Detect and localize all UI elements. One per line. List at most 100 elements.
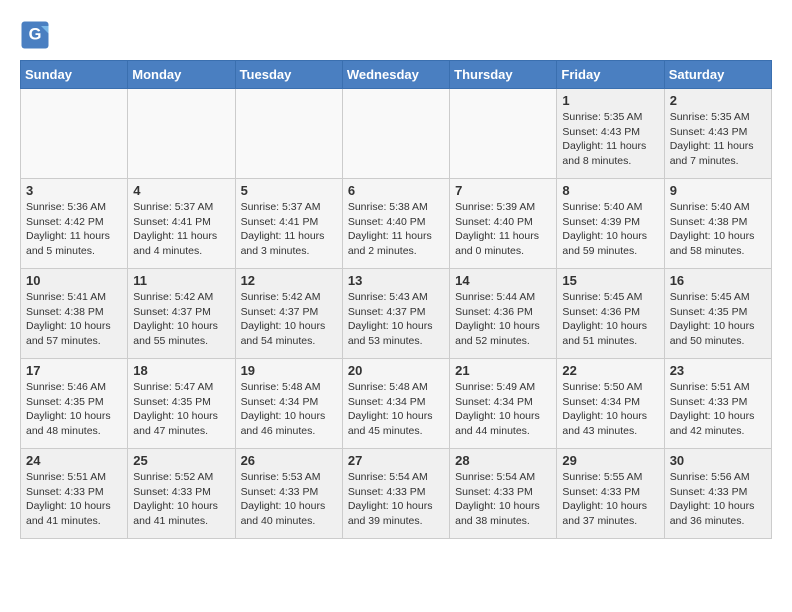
weekday-header-thursday: Thursday [450, 61, 557, 89]
day-info: Sunrise: 5:53 AMSunset: 4:33 PMDaylight:… [241, 470, 337, 529]
calendar-cell: 26 Sunrise: 5:53 AMSunset: 4:33 PMDayligh… [235, 449, 342, 539]
day-info: Sunrise: 5:46 AMSunset: 4:35 PMDaylight:… [26, 380, 122, 439]
day-number: 5 [241, 183, 337, 198]
weekday-header-tuesday: Tuesday [235, 61, 342, 89]
calendar-cell: 29Sunrise: 5:55 AMSunset: 4:33 PMDayligh… [557, 449, 664, 539]
calendar-cell: 5 Sunrise: 5:37 AMSunset: 4:41 PMDaylight… [235, 179, 342, 269]
day-number: 20 [348, 363, 444, 378]
day-number: 13 [348, 273, 444, 288]
calendar-cell: 8 Sunrise: 5:40 AMSunset: 4:39 PMDaylight… [557, 179, 664, 269]
day-info: Sunrise: 5:45 AMSunset: 4:36 PMDaylight:… [562, 290, 658, 349]
calendar-cell [342, 89, 449, 179]
logo-icon: G [20, 20, 50, 50]
weekday-header-sunday: Sunday [21, 61, 128, 89]
calendar-week-3: 10 Sunrise: 5:41 AMSunset: 4:38 PMDayligh… [21, 269, 772, 359]
day-number: 9 [670, 183, 766, 198]
calendar-table: SundayMondayTuesdayWednesdayThursdayFrid… [20, 60, 772, 539]
calendar-week-2: 3 Sunrise: 5:36 AMSunset: 4:42 PMDaylight… [21, 179, 772, 269]
calendar-cell [21, 89, 128, 179]
day-number: 6 [348, 183, 444, 198]
calendar-cell: 21Sunrise: 5:49 AMSunset: 4:34 PMDayligh… [450, 359, 557, 449]
day-number: 30 [670, 453, 766, 468]
day-info: Sunrise: 5:55 AMSunset: 4:33 PMDaylight:… [562, 470, 658, 529]
day-number: 22 [562, 363, 658, 378]
day-number: 24 [26, 453, 122, 468]
weekday-header-row: SundayMondayTuesdayWednesdayThursdayFrid… [21, 61, 772, 89]
calendar-cell: 1 Sunrise: 5:35 AMSunset: 4:43 PMDaylight… [557, 89, 664, 179]
day-number: 8 [562, 183, 658, 198]
weekday-header-wednesday: Wednesday [342, 61, 449, 89]
day-number: 18 [133, 363, 229, 378]
day-info: Sunrise: 5:40 AMSunset: 4:39 PMDaylight:… [562, 200, 658, 259]
day-number: 27 [348, 453, 444, 468]
day-info: Sunrise: 5:49 AMSunset: 4:34 PMDaylight:… [455, 380, 551, 439]
calendar-cell: 24Sunrise: 5:51 AMSunset: 4:33 PMDayligh… [21, 449, 128, 539]
calendar-cell [128, 89, 235, 179]
day-info: Sunrise: 5:36 AMSunset: 4:42 PMDaylight:… [26, 200, 122, 259]
calendar-cell: 4Sunrise: 5:37 AMSunset: 4:41 PMDaylight… [128, 179, 235, 269]
day-info: Sunrise: 5:37 AMSunset: 4:41 PMDaylight:… [133, 200, 229, 259]
calendar-cell: 30 Sunrise: 5:56 AMSunset: 4:33 PMDayligh… [664, 449, 771, 539]
calendar-cell: 15 Sunrise: 5:45 AMSunset: 4:36 PMDayligh… [557, 269, 664, 359]
day-number: 1 [562, 93, 658, 108]
day-info: Sunrise: 5:35 AMSunset: 4:43 PMDaylight:… [670, 110, 766, 169]
day-number: 3 [26, 183, 122, 198]
day-number: 26 [241, 453, 337, 468]
day-info: Sunrise: 5:48 AMSunset: 4:34 PMDaylight:… [348, 380, 444, 439]
day-info: Sunrise: 5:45 AMSunset: 4:35 PMDaylight:… [670, 290, 766, 349]
calendar-body: 1 Sunrise: 5:35 AMSunset: 4:43 PMDaylight… [21, 89, 772, 539]
day-info: Sunrise: 5:35 AMSunset: 4:43 PMDaylight:… [562, 110, 658, 169]
calendar-cell: 27 Sunrise: 5:54 AMSunset: 4:33 PMDayligh… [342, 449, 449, 539]
calendar-cell: 18 Sunrise: 5:47 AMSunset: 4:35 PMDayligh… [128, 359, 235, 449]
calendar-cell: 9 Sunrise: 5:40 AMSunset: 4:38 PMDaylight… [664, 179, 771, 269]
day-info: Sunrise: 5:44 AMSunset: 4:36 PMDaylight:… [455, 290, 551, 349]
calendar-cell: 28 Sunrise: 5:54 AMSunset: 4:33 PMDayligh… [450, 449, 557, 539]
calendar-cell: 25Sunrise: 5:52 AMSunset: 4:33 PMDayligh… [128, 449, 235, 539]
calendar-cell: 23 Sunrise: 5:51 AMSunset: 4:33 PMDayligh… [664, 359, 771, 449]
calendar-week-4: 17 Sunrise: 5:46 AMSunset: 4:35 PMDayligh… [21, 359, 772, 449]
day-info: Sunrise: 5:42 AMSunset: 4:37 PMDaylight:… [133, 290, 229, 349]
logo: G [20, 20, 54, 50]
calendar-header: SundayMondayTuesdayWednesdayThursdayFrid… [21, 61, 772, 89]
calendar-cell: 19Sunrise: 5:48 AMSunset: 4:34 PMDayligh… [235, 359, 342, 449]
day-info: Sunrise: 5:56 AMSunset: 4:33 PMDaylight:… [670, 470, 766, 529]
day-info: Sunrise: 5:40 AMSunset: 4:38 PMDaylight:… [670, 200, 766, 259]
calendar-cell: 16 Sunrise: 5:45 AMSunset: 4:35 PMDayligh… [664, 269, 771, 359]
day-info: Sunrise: 5:39 AMSunset: 4:40 PMDaylight:… [455, 200, 551, 259]
day-number: 19 [241, 363, 337, 378]
calendar-cell [450, 89, 557, 179]
weekday-header-friday: Friday [557, 61, 664, 89]
day-number: 28 [455, 453, 551, 468]
day-number: 10 [26, 273, 122, 288]
day-info: Sunrise: 5:47 AMSunset: 4:35 PMDaylight:… [133, 380, 229, 439]
calendar-cell: 14 Sunrise: 5:44 AMSunset: 4:36 PMDayligh… [450, 269, 557, 359]
day-info: Sunrise: 5:37 AMSunset: 4:41 PMDaylight:… [241, 200, 337, 259]
day-info: Sunrise: 5:54 AMSunset: 4:33 PMDaylight:… [348, 470, 444, 529]
day-number: 17 [26, 363, 122, 378]
calendar-cell: 20 Sunrise: 5:48 AMSunset: 4:34 PMDayligh… [342, 359, 449, 449]
day-number: 2 [670, 93, 766, 108]
calendar-week-5: 24Sunrise: 5:51 AMSunset: 4:33 PMDayligh… [21, 449, 772, 539]
day-info: Sunrise: 5:42 AMSunset: 4:37 PMDaylight:… [241, 290, 337, 349]
day-number: 16 [670, 273, 766, 288]
calendar-cell: 3 Sunrise: 5:36 AMSunset: 4:42 PMDaylight… [21, 179, 128, 269]
day-number: 25 [133, 453, 229, 468]
calendar-cell: 11Sunrise: 5:42 AMSunset: 4:37 PMDayligh… [128, 269, 235, 359]
calendar-cell: 6 Sunrise: 5:38 AMSunset: 4:40 PMDaylight… [342, 179, 449, 269]
calendar-week-1: 1 Sunrise: 5:35 AMSunset: 4:43 PMDaylight… [21, 89, 772, 179]
svg-text:G: G [29, 26, 42, 44]
day-number: 14 [455, 273, 551, 288]
calendar-cell: 22 Sunrise: 5:50 AMSunset: 4:34 PMDayligh… [557, 359, 664, 449]
calendar-cell: 12Sunrise: 5:42 AMSunset: 4:37 PMDayligh… [235, 269, 342, 359]
day-info: Sunrise: 5:38 AMSunset: 4:40 PMDaylight:… [348, 200, 444, 259]
calendar-cell: 17 Sunrise: 5:46 AMSunset: 4:35 PMDayligh… [21, 359, 128, 449]
day-info: Sunrise: 5:41 AMSunset: 4:38 PMDaylight:… [26, 290, 122, 349]
day-info: Sunrise: 5:50 AMSunset: 4:34 PMDaylight:… [562, 380, 658, 439]
calendar-cell [235, 89, 342, 179]
day-number: 23 [670, 363, 766, 378]
day-info: Sunrise: 5:51 AMSunset: 4:33 PMDaylight:… [670, 380, 766, 439]
day-number: 15 [562, 273, 658, 288]
calendar-cell: 7Sunrise: 5:39 AMSunset: 4:40 PMDaylight… [450, 179, 557, 269]
calendar-cell: 13Sunrise: 5:43 AMSunset: 4:37 PMDayligh… [342, 269, 449, 359]
day-info: Sunrise: 5:54 AMSunset: 4:33 PMDaylight:… [455, 470, 551, 529]
